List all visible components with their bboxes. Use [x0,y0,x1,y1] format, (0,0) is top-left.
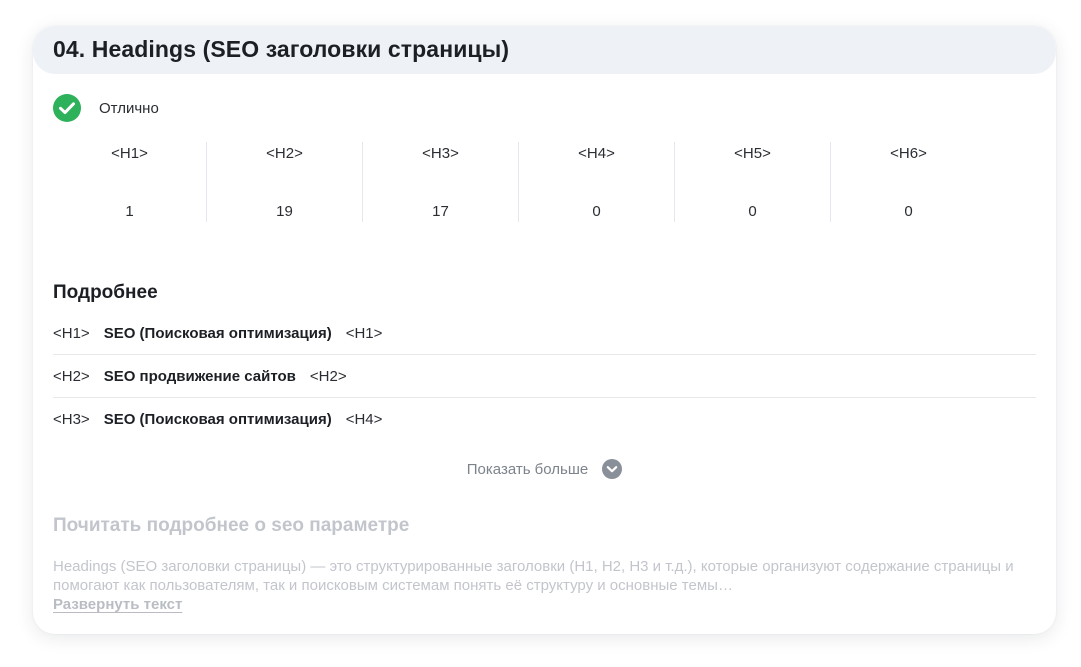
heading-count: 1 [125,203,134,220]
heading-count: 0 [748,203,757,220]
heading-count-h6: <H6> 0 [830,142,986,222]
check-circle-icon [53,94,81,122]
heading-count: 17 [432,203,449,220]
heading-tag: <H2> [266,145,303,162]
heading-row: <H3> SEO (Поисковая оптимизация) <H4> [53,397,1036,440]
read-more-title: Почитать подробнее о seo параметре [53,515,410,536]
heading-tag: <H5> [734,145,771,162]
headings-card: 04. Headings (SEO заголовки страницы) От… [33,26,1056,634]
heading-close-tag: <H2> [309,367,347,385]
section-title: 04. Headings (SEO заголовки страницы) [53,36,510,62]
show-more-label: Показать больше [466,460,589,478]
show-more-button[interactable]: Показать больше [33,458,1056,480]
heading-close-tag: <H4> [345,410,383,428]
heading-count: 19 [276,203,293,220]
details-title: Подробнее [53,282,158,303]
heading-tag: <H4> [578,145,615,162]
heading-text: SEO (Поисковая оптимизация) [103,324,332,342]
heading-row: <H2> SEO продвижение сайтов <H2> [53,354,1036,397]
heading-row: <H1> SEO (Поисковая оптимизация) <H1> [53,312,1036,354]
headings-summary: <H1> 1 <H2> 19 <H3> 17 <H4> 0 <H5> 0 <H6… [53,142,986,222]
heading-count: 0 [592,203,601,220]
headings-list: <H1> SEO (Поисковая оптимизация) <H1> <H… [53,312,1036,440]
status-label: Отлично [99,99,159,117]
expand-text-link[interactable]: Развернуть текст [53,596,182,613]
heading-tag: <H1> [111,145,148,162]
heading-open-tag: <H2> [53,367,90,385]
heading-count: 0 [904,203,913,220]
heading-tag: <H6> [890,145,927,162]
status-indicator: Отлично [53,94,159,122]
heading-open-tag: <H3> [53,410,90,428]
heading-count-h2: <H2> 19 [206,142,362,222]
read-more-description: Headings (SEO заголовки страницы) — это … [53,558,1014,594]
heading-text: SEO продвижение сайтов [103,367,296,385]
chevron-down-circle-icon [602,459,623,479]
heading-open-tag: <H1> [53,324,90,342]
heading-text: SEO (Поисковая оптимизация) [103,410,332,428]
heading-count-h5: <H5> 0 [674,142,830,222]
heading-count-h3: <H3> 17 [362,142,518,222]
heading-close-tag: <H1> [345,324,383,342]
heading-count-h1: <H1> 1 [53,142,206,222]
heading-count-h4: <H4> 0 [518,142,674,222]
card-header: 04. Headings (SEO заголовки страницы) [33,26,1056,74]
heading-tag: <H3> [422,145,459,162]
